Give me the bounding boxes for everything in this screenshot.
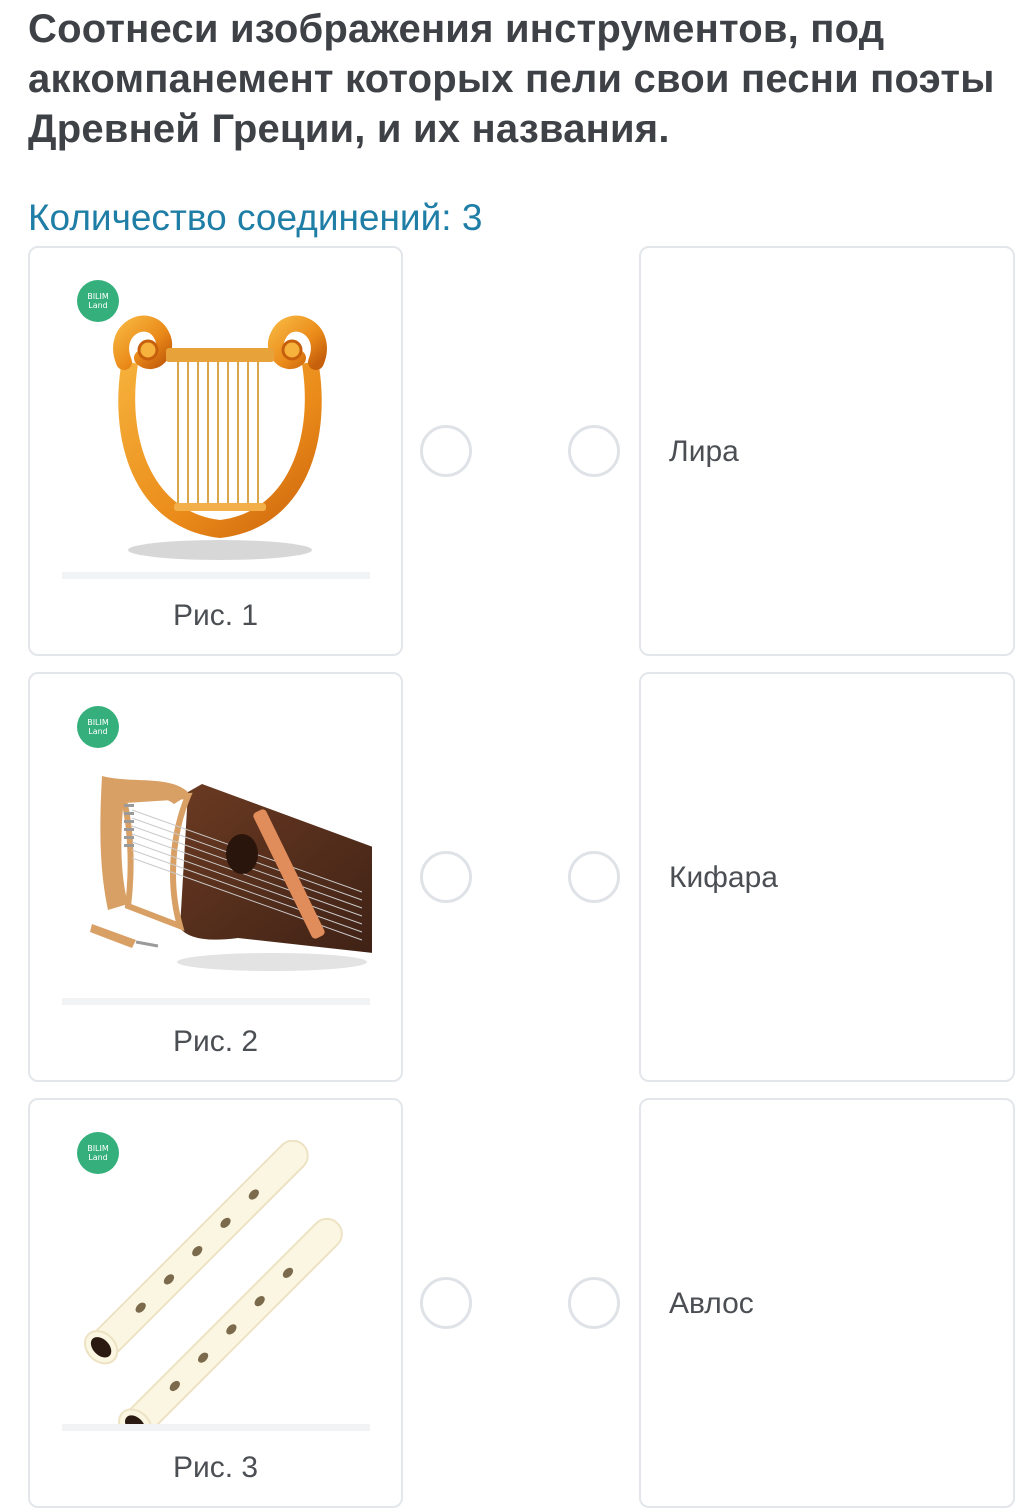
image-card-3[interactable]: BILIM Land Рис. 3 — [28, 1098, 403, 1508]
connections-count: Количество соединений: 3 — [28, 197, 483, 238]
caption-divider — [62, 1424, 370, 1431]
answer-card-3[interactable]: Авлос — [639, 1098, 1015, 1508]
image-connector-1[interactable] — [420, 425, 472, 477]
answer-label-2: Кифара — [669, 861, 778, 894]
caption-divider — [62, 998, 370, 1005]
answer-connector-3[interactable] — [568, 1277, 620, 1329]
image-connector-3[interactable] — [420, 1277, 472, 1329]
image-caption-2: Рис. 2 — [172, 1025, 259, 1058]
kithara-icon — [90, 776, 372, 971]
image-caption-3: Рис. 3 — [172, 1451, 259, 1484]
image-card-1[interactable]: BILIM Land Рис. 1 — [28, 246, 403, 656]
answer-connector-2[interactable] — [568, 851, 620, 903]
image-caption-1: Рис. 1 — [172, 599, 259, 632]
answer-connector-1[interactable] — [568, 425, 620, 477]
caption-divider — [62, 572, 370, 579]
answer-card-1[interactable]: Лира — [639, 246, 1015, 656]
answer-label-3: Авлос — [669, 1287, 754, 1320]
question-text: Соотнеси изображения инструментов, под а… — [28, 7, 995, 151]
answer-card-2[interactable]: Кифара — [639, 672, 1015, 1082]
image-card-2[interactable]: BILIM Land Рис. 2 — [28, 672, 403, 1082]
image-connector-2[interactable] — [420, 851, 472, 903]
answer-label-1: Лира — [669, 435, 739, 468]
lyre-icon — [113, 315, 327, 560]
aulos-icon — [83, 1140, 343, 1430]
